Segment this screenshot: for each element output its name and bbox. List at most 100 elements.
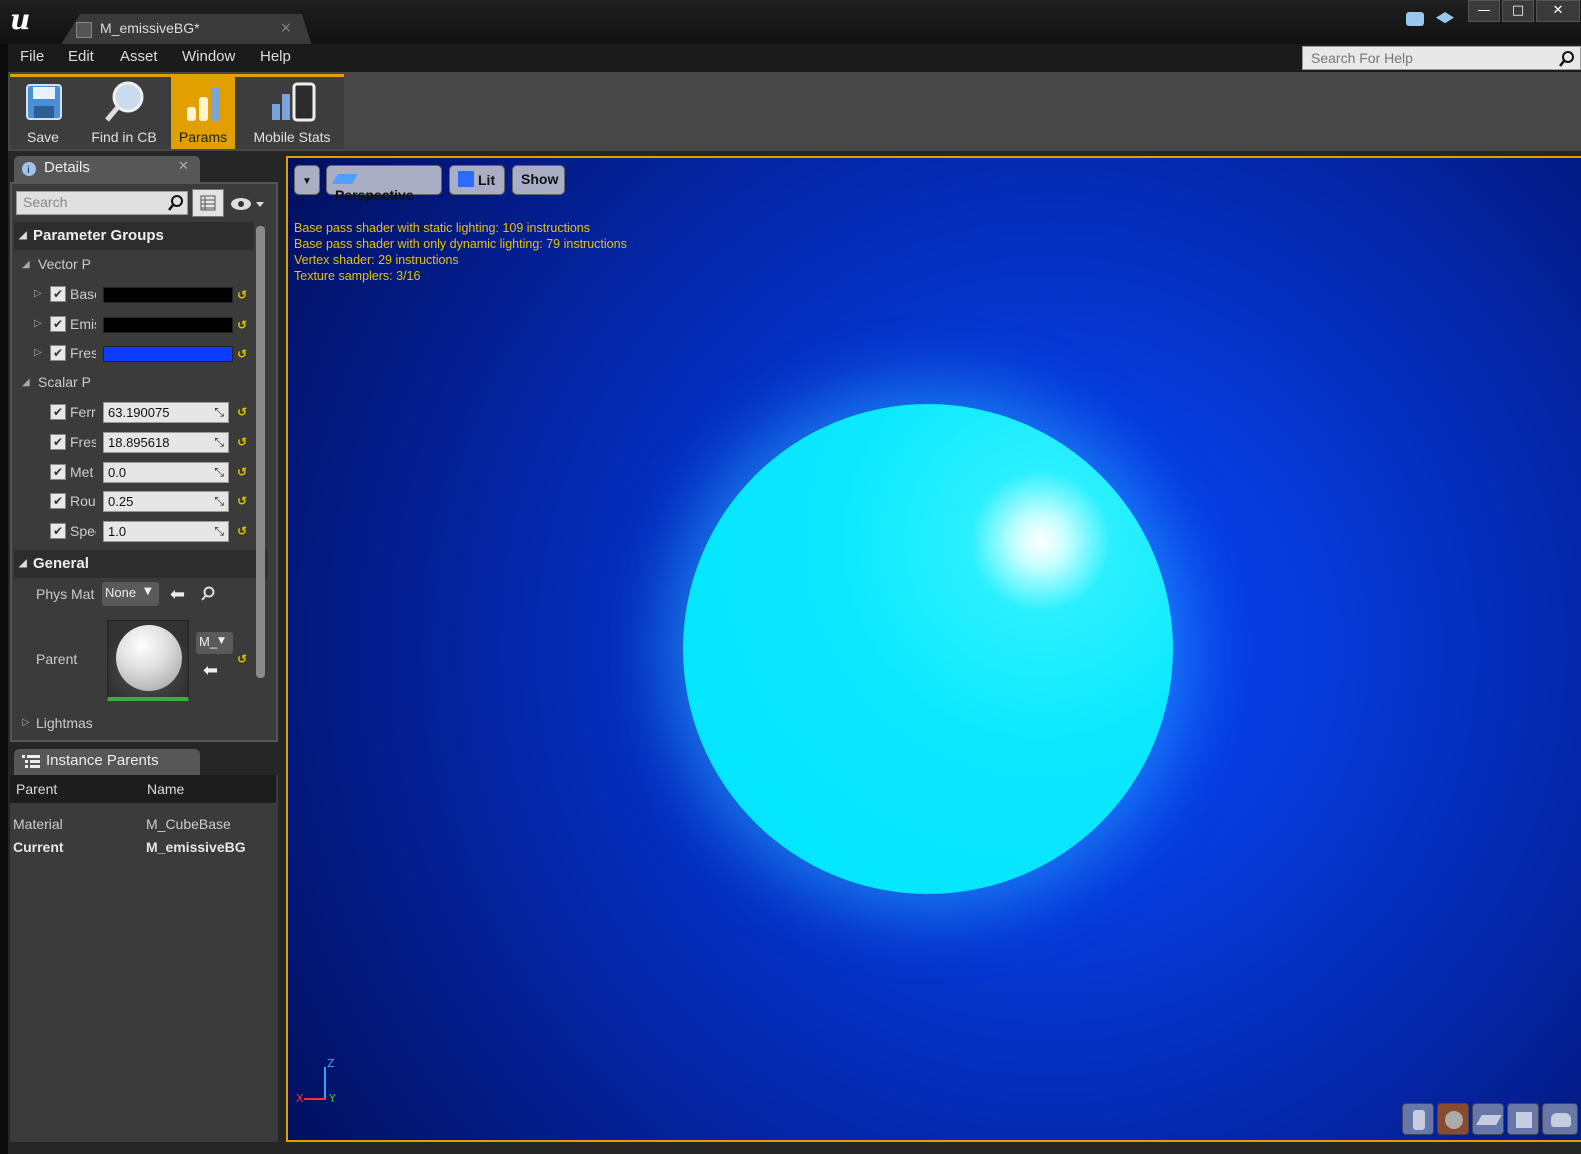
reset-to-default-icon[interactable]: ↺ — [237, 405, 247, 419]
close-tab-icon[interactable]: × — [280, 20, 292, 36]
cylinder-preview-button[interactable] — [1402, 1103, 1434, 1135]
sphere-preview-button[interactable] — [1437, 1103, 1469, 1135]
menu-edit[interactable]: Edit — [68, 48, 94, 65]
sphere-icon — [1445, 1111, 1463, 1129]
drag-handle-icon[interactable]: ⤡ — [214, 435, 224, 450]
document-tab[interactable]: M_emissiveBG* × — [60, 14, 312, 46]
color-swatch[interactable] — [103, 287, 233, 303]
show-button[interactable]: Show — [512, 165, 565, 195]
use-selected-arrow-icon[interactable]: ⬅ — [203, 660, 218, 681]
collapse-icon[interactable]: ◢ — [22, 259, 30, 270]
save-button[interactable]: Save — [10, 77, 76, 149]
reset-to-default-icon[interactable]: ↺ — [237, 524, 247, 538]
menu-window[interactable]: Window — [182, 48, 235, 65]
row-name: M_CubeBase — [146, 816, 231, 832]
details-search-input[interactable]: Search — [16, 191, 188, 215]
plane-preview-button[interactable] — [1472, 1103, 1504, 1135]
expand-icon[interactable]: ▷ — [34, 288, 42, 299]
phys-mat-dropdown[interactable]: None ▼ — [102, 582, 159, 606]
find-in-cb-button[interactable]: Find in CB — [78, 77, 170, 149]
parent-thumbnail[interactable] — [107, 620, 189, 701]
vector-param-label: Fres — [70, 345, 96, 361]
vector-param-label: Emis — [70, 316, 96, 332]
reset-to-default-icon[interactable]: ↺ — [237, 465, 247, 479]
override-checkbox[interactable]: ✔ — [50, 464, 66, 480]
override-checkbox[interactable]: ✔ — [50, 523, 66, 539]
override-checkbox[interactable]: ✔ — [50, 345, 66, 361]
override-checkbox[interactable]: ✔ — [50, 316, 66, 332]
minimize-button[interactable]: — — [1468, 0, 1500, 22]
reset-to-default-icon[interactable]: ↺ — [237, 288, 247, 302]
details-tab[interactable]: i Details ✕ — [14, 156, 200, 182]
expand-icon[interactable]: ▷ — [34, 318, 42, 329]
perspective-icon — [332, 174, 358, 184]
override-checkbox[interactable]: ✔ — [50, 404, 66, 420]
shader-stat: Base pass shader with only dynamic light… — [294, 237, 627, 251]
scalar-value: 0.25 — [108, 494, 134, 509]
cube-preview-button[interactable] — [1507, 1103, 1539, 1135]
details-scrollbar[interactable] — [256, 226, 265, 678]
reset-to-default-icon[interactable]: ↺ — [237, 435, 247, 449]
help-search-input[interactable]: Search For Help — [1302, 46, 1581, 70]
color-swatch[interactable] — [103, 317, 233, 333]
browse-search-icon[interactable] — [200, 586, 216, 602]
reset-to-default-icon[interactable]: ↺ — [237, 494, 247, 508]
params-icon — [187, 87, 220, 121]
params-button[interactable]: Params — [171, 77, 235, 149]
override-checkbox[interactable]: ✔ — [50, 286, 66, 302]
collapse-icon: ◢ — [19, 230, 27, 241]
scalar-params-group-label: Scalar P — [38, 374, 91, 390]
color-swatch[interactable] — [103, 346, 233, 362]
property-matrix-button[interactable] — [192, 189, 224, 217]
menu-file[interactable]: File — [20, 48, 44, 65]
scalar-value-input[interactable]: 0.0 ⤡ — [103, 462, 229, 483]
expand-icon[interactable]: ▷ — [34, 347, 42, 358]
expand-icon[interactable]: ▷ — [22, 717, 30, 728]
vector-params-group-label: Vector P — [38, 256, 91, 272]
column-header-name[interactable]: Name — [147, 781, 184, 797]
chevron-down-icon: ▼ — [302, 176, 312, 187]
preview-viewport[interactable]: ▼ Perspective Lit Show Base pass shader … — [286, 156, 1581, 1142]
search-icon — [1559, 51, 1574, 67]
general-label: General — [33, 555, 89, 572]
cube-icon — [1516, 1112, 1532, 1128]
drag-handle-icon[interactable]: ⤡ — [214, 405, 224, 420]
custom-mesh-preview-button[interactable] — [1542, 1103, 1578, 1135]
show-label: Show — [521, 171, 559, 187]
plane-icon — [1476, 1115, 1502, 1125]
close-window-button[interactable]: ✕ — [1536, 0, 1580, 22]
mobile-stats-button[interactable]: Mobile Stats — [240, 77, 344, 149]
reset-to-default-icon[interactable]: ↺ — [237, 347, 247, 361]
perspective-button[interactable]: Perspective — [326, 165, 442, 203]
viewport-options-button[interactable]: ▼ — [294, 165, 320, 195]
perspective-label: Perspective — [335, 187, 414, 203]
close-details-icon[interactable]: ✕ — [178, 159, 189, 174]
scalar-value-input[interactable]: 1.0 ⤡ — [103, 521, 229, 542]
menu-help[interactable]: Help — [260, 48, 291, 65]
general-header[interactable]: ◢ General — [14, 550, 268, 578]
drag-handle-icon[interactable]: ⤡ — [214, 524, 224, 539]
menu-asset[interactable]: Asset — [120, 48, 158, 65]
details-icon: i — [22, 162, 36, 176]
parameter-groups-header[interactable]: ◢ Parameter Groups — [14, 222, 254, 250]
column-header-parent[interactable]: Parent — [16, 781, 57, 797]
instance-parents-tab[interactable]: Instance Parents — [14, 749, 200, 775]
lit-button[interactable]: Lit — [449, 165, 505, 195]
collapse-icon[interactable]: ◢ — [22, 377, 30, 388]
scalar-value-input[interactable]: 18.895618 ⤡ — [103, 432, 229, 453]
scalar-value-input[interactable]: 63.190075 ⤡ — [103, 402, 229, 423]
drag-handle-icon[interactable]: ⤡ — [214, 494, 224, 509]
scalar-value-input[interactable]: 0.25 ⤡ — [103, 491, 229, 512]
override-checkbox[interactable]: ✔ — [50, 493, 66, 509]
reset-to-default-icon[interactable]: ↺ — [237, 318, 247, 332]
drag-handle-icon[interactable]: ⤡ — [214, 465, 224, 480]
reset-to-default-icon[interactable]: ↺ — [237, 652, 247, 666]
parent-dropdown[interactable]: M_ ▼ — [196, 632, 233, 654]
details-search-placeholder: Search — [23, 194, 68, 210]
scalar-value: 18.895618 — [108, 435, 170, 450]
view-options-eye-icon[interactable] — [230, 196, 266, 212]
maximize-button[interactable]: □ — [1502, 0, 1534, 22]
use-selected-arrow-icon[interactable]: ⬅ — [170, 584, 185, 605]
feedback-icon[interactable] — [1406, 12, 1424, 26]
override-checkbox[interactable]: ✔ — [50, 434, 66, 450]
